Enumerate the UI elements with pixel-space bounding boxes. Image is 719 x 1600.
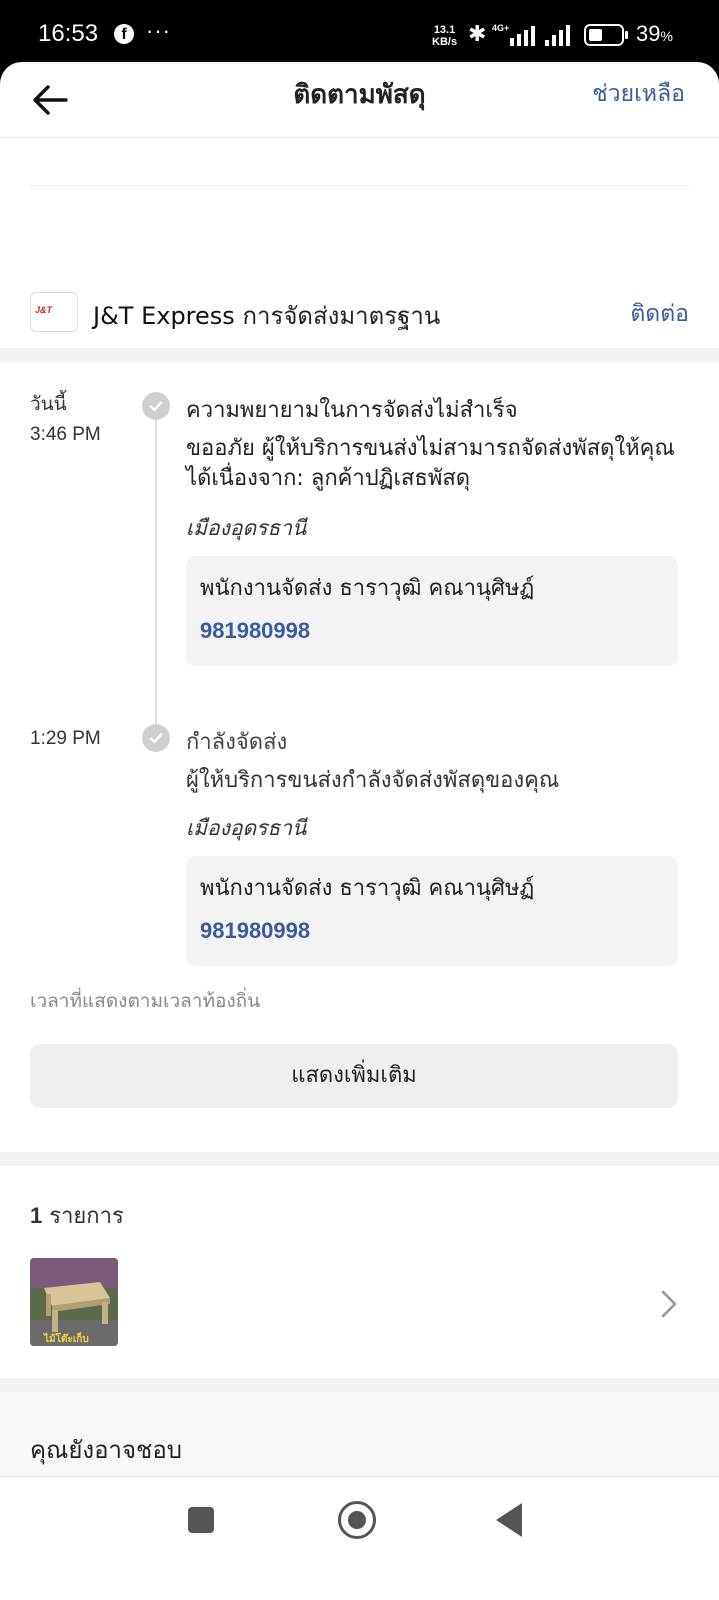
contact-carrier-link[interactable]: ติดต่อ	[630, 296, 689, 332]
carrier-logo-text: J&T	[35, 305, 53, 315]
timeline-line	[155, 418, 157, 738]
help-link[interactable]: ช่วยเหลือ	[592, 76, 685, 112]
items-count-label: รายการ	[49, 1204, 124, 1229]
section-gap	[0, 348, 719, 362]
app-screen: ติดตามพัสดุ ช่วยเหลือ J&T J&T Express กา…	[0, 62, 719, 1600]
suggestion-title: คุณยังอาจชอบ	[30, 1436, 182, 1464]
battery-percent-symbol: %	[660, 28, 673, 44]
check-circle-icon	[142, 724, 170, 752]
event-description: ผู้ให้บริการขนส่งกำลังจัดส่งพัสดุของคุณ	[186, 768, 560, 793]
product-thumbnail[interactable]: ไม้โต๊ะเก็บ	[30, 1258, 118, 1346]
battery-percent: 39	[636, 21, 661, 46]
network-speed-unit: KB/s	[432, 36, 458, 48]
event-title: กำลังจัดส่ง	[186, 730, 288, 755]
items-count: 1 รายการ	[30, 1198, 124, 1233]
carrier-section: J&T J&T Express การจัดส่งมาตรฐาน ติดต่อ …	[0, 138, 719, 389]
bluetooth-icon: ✱	[468, 22, 487, 47]
signal-icon	[545, 25, 570, 46]
top-header: ติดตามพัสดุ ช่วยเหลือ	[0, 62, 719, 138]
courier-phone-link[interactable]: 981980998	[200, 618, 310, 644]
divider	[30, 185, 689, 186]
carrier-service: การจัดส่งมาตรฐาน	[242, 302, 441, 330]
home-icon[interactable]	[338, 1501, 376, 1539]
courier-card: พนักงานจัดส่ง ธาราวุฒิ คณานุศิษฏ์ 981980…	[186, 556, 678, 666]
event-time: 3:46 PM	[30, 424, 101, 445]
thumbnail-caption: ไม้โต๊ะเก็บ	[43, 1331, 89, 1345]
event-location: เมืองอุดรธานี	[186, 516, 307, 540]
event-time: 1:29 PM	[30, 728, 101, 749]
facebook-icon: f	[114, 24, 134, 44]
more-notifications-icon: ···	[146, 18, 171, 43]
tracking-timeline: วันนี้ 3:46 PM ความพยายามในการจัดส่งไม่ส…	[0, 362, 719, 1152]
courier-card: พนักงานจัดส่ง ธาราวุฒิ คณานุศิษฏ์ 981980…	[186, 856, 678, 966]
signal-4g-icon: 4G+	[492, 23, 535, 46]
event-title: ความพยายามในการจัดส่งไม่สำเร็จ	[186, 398, 518, 423]
status-bar: 16:53 f ··· 13.1 KB/s ✱ 4G+ 39%	[0, 0, 719, 70]
battery-icon	[584, 24, 628, 46]
chevron-right-icon[interactable]	[659, 1288, 679, 1320]
recent-apps-icon[interactable]	[188, 1507, 214, 1533]
event-description: ขออภัย ผู้ให้บริการขนส่งไม่สามารถจัดส่งพ…	[186, 436, 675, 491]
show-more-button[interactable]: แสดงเพิ่มเติม	[30, 1044, 678, 1108]
courier-phone-link[interactable]: 981980998	[200, 918, 310, 944]
event-day: วันนี้	[30, 394, 67, 415]
section-gap	[0, 1152, 719, 1166]
items-count-number: 1	[30, 1203, 43, 1228]
courier-name: พนักงานจัดส่ง ธาราวุฒิ คณานุศิษฏ์	[200, 876, 535, 901]
section-gap	[0, 1378, 719, 1392]
courier-name: พนักงานจัดส่ง ธาราวุฒิ คณานุศิษฏ์	[200, 576, 535, 601]
battery-level: 39%	[636, 21, 673, 47]
carrier-name: J&T Express การจัดส่งมาตรฐาน	[93, 296, 440, 335]
carrier-brand: J&T Express	[93, 302, 235, 330]
network-speed: 13.1 KB/s	[432, 24, 457, 48]
check-circle-icon	[142, 392, 170, 420]
items-section[interactable]: 1 รายการ ไม้โต๊ะเก็บ	[0, 1166, 719, 1378]
navigation-bar	[0, 1476, 719, 1600]
carrier-logo: J&T	[30, 292, 78, 332]
local-time-note: เวลาที่แสดงตามเวลาท้องถิ่น	[30, 990, 261, 1012]
back-triangle-icon[interactable]	[496, 1503, 522, 1537]
event-location: เมืองอุดรธานี	[186, 816, 307, 840]
network-speed-value: 13.1	[433, 24, 456, 36]
network-type-label: 4G+	[492, 23, 509, 33]
event-date: วันนี้ 3:46 PM	[30, 390, 101, 450]
status-time: 16:53	[38, 20, 99, 47]
